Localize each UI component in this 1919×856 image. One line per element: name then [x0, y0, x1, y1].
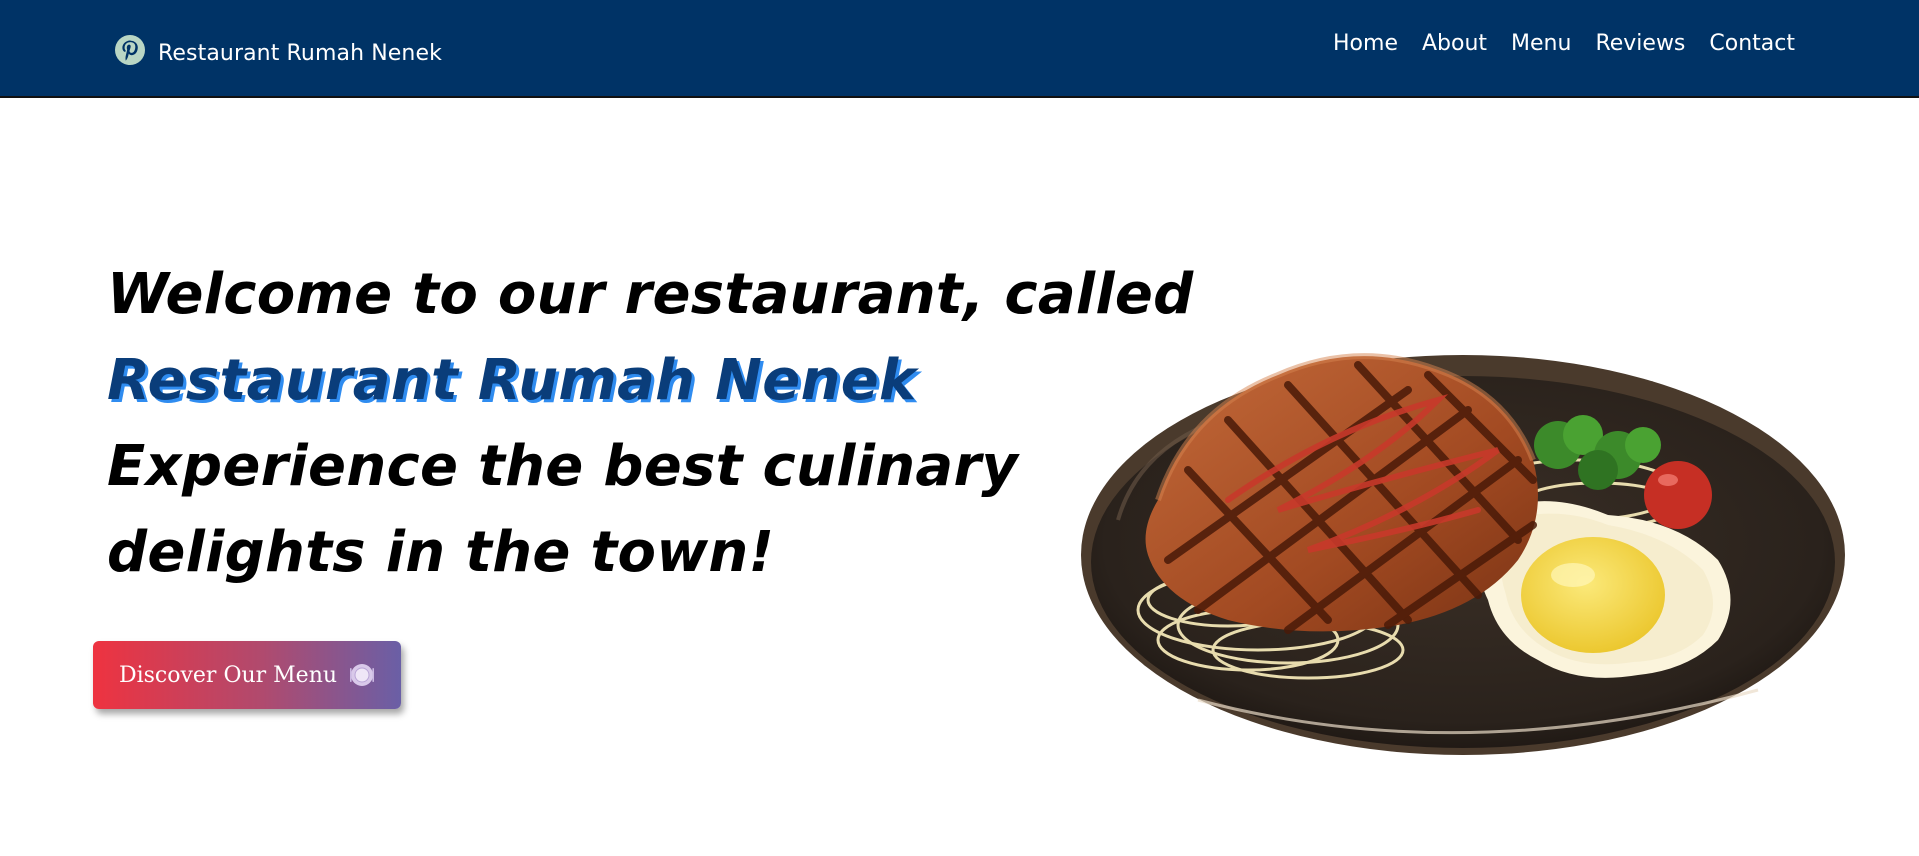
- nav-link-about[interactable]: About: [1422, 31, 1487, 56]
- nav-item-reviews: Reviews: [1595, 28, 1685, 60]
- nav-item-about: About: [1422, 28, 1487, 60]
- hero-tagline-line-1: Experience the best culinary: [107, 434, 1019, 499]
- hero-welcome-line: Welcome to our restaurant, called: [107, 262, 1194, 327]
- brand-name: Restaurant Rumah Nenek: [158, 40, 442, 66]
- nav-item-home: Home: [1333, 28, 1398, 60]
- nav-link-contact[interactable]: Contact: [1709, 31, 1795, 56]
- hero-tagline-line-2: delights in the town!: [107, 520, 775, 585]
- nav-links: Home About Menu Reviews Contact: [1333, 28, 1795, 60]
- discover-menu-label: Discover Our Menu: [118, 662, 338, 688]
- navbar: Restaurant Rumah Nenek Home About Menu R…: [0, 0, 1919, 98]
- hero-restaurant-name: Restaurant Rumah Nenek: [107, 348, 917, 413]
- hero-heading: Welcome to our restaurant, called Restau…: [107, 252, 1194, 596]
- plate-icon: [350, 664, 375, 686]
- nav-item-contact: Contact: [1709, 28, 1795, 60]
- steak-dish-image: [1081, 353, 1845, 755]
- brand-link[interactable]: Restaurant Rumah Nenek: [114, 28, 442, 72]
- nav-link-reviews[interactable]: Reviews: [1595, 31, 1685, 56]
- nav-link-menu[interactable]: Menu: [1511, 31, 1571, 56]
- nav-item-menu: Menu: [1511, 28, 1571, 60]
- discover-menu-button[interactable]: Discover Our Menu: [93, 641, 401, 709]
- pinterest-logo-icon: [115, 35, 145, 65]
- nav-link-home[interactable]: Home: [1333, 31, 1398, 56]
